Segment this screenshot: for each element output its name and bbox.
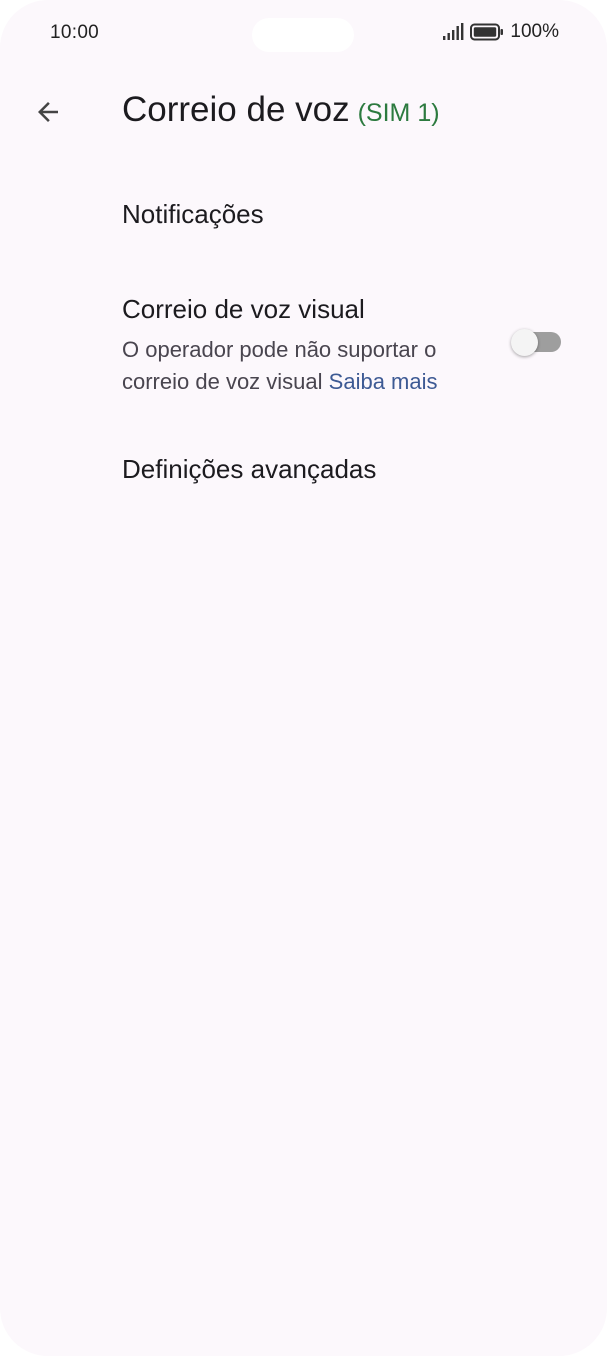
sim-label: (SIM 1) [357, 99, 440, 127]
page-title: Correio de voz (SIM 1) [122, 90, 440, 130]
camera-cutout [252, 18, 354, 52]
notifications-setting[interactable]: Notificações [122, 199, 264, 230]
page-title-text: Correio de voz [122, 90, 350, 129]
visual-voicemail-title: Correio de voz visual [122, 294, 365, 324]
signal-icon [443, 23, 464, 40]
status-icons: 100% [442, 21, 559, 43]
voicemail-settings-screen: 10:00 100% Correio de voz (SIM 1) Notifi… [0, 0, 607, 1356]
learn-more-link[interactable]: Saiba mais [329, 369, 438, 394]
toggle-thumb [511, 329, 538, 356]
battery-icon [470, 23, 504, 41]
arrow-back-icon [38, 102, 58, 122]
battery-percentage: 100% [510, 21, 559, 42]
visual-voicemail-toggle[interactable] [511, 329, 561, 356]
status-time: 10:00 [50, 22, 100, 43]
visual-voicemail-setting[interactable]: Correio de voz visual O operador pode nã… [122, 294, 575, 398]
back-button[interactable] [24, 88, 72, 136]
advanced-settings[interactable]: Definições avançadas [122, 454, 376, 485]
visual-voicemail-summary: O operador pode não suportar o correio d… [122, 334, 492, 398]
